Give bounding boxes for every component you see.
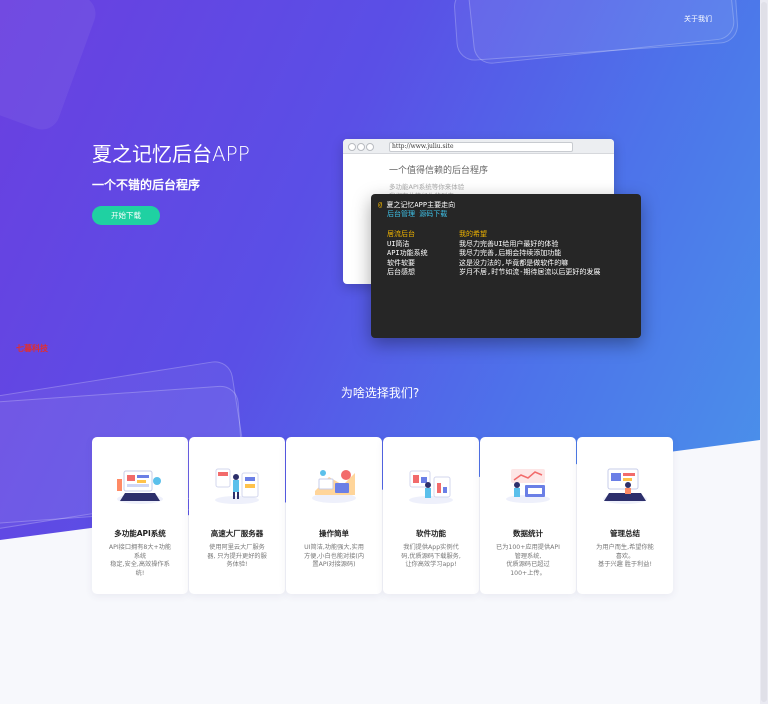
terminal-value: 我的希望 <box>459 230 487 238</box>
feature-card-api[interactable]: 多功能API系统 API接口拥有8大+功能 系统 稳定,安全,高效操作系 统! <box>92 437 188 594</box>
feature-card-simple[interactable]: 操作简单 UI简洁,功能强大,实用 方便,小白也能对接(内 置API对接源码) <box>286 437 382 594</box>
about-us-link[interactable]: 关于我们 <box>684 14 712 24</box>
at-icon: @ <box>378 201 383 209</box>
terminal-value: 我尽力完善,后期会持续添加功能 <box>459 249 562 257</box>
terminal-mockup: @ 夏之记忆APP主要走向 后台管理 源码下载 居流后台 我的希望 UI简洁 我尽力… <box>371 194 641 338</box>
browser-heading: 一个值得信赖的后台程序 <box>389 166 489 176</box>
card-description: API接口拥有8大+功能 系统 稳定,安全,高效操作系 统! <box>108 544 172 577</box>
decor-shape <box>0 0 101 135</box>
server-illustration-icon <box>215 468 259 504</box>
terminal-value: 我尽力完善UI给用户最好的体验 <box>459 239 559 248</box>
feature-card-summary[interactable]: 管理总结 为用户而生,希望你能 喜欢。 基于兴趣 胜于利益! <box>577 437 673 594</box>
summary-illustration-icon <box>603 468 647 504</box>
card-description: 已为100+应用提供API 管理系统, 优质源码已超过 100+上传。 <box>496 544 560 577</box>
terminal-key: 居流后台 <box>387 230 415 238</box>
terminal-title-text: 夏之记忆APP主要走向 <box>386 201 456 209</box>
card-title: 多功能API系统 <box>114 529 166 538</box>
terminal-key: API功能系统 <box>387 249 428 257</box>
terminal-key: 后台感想 <box>387 268 415 276</box>
terminal-key: UI简洁 <box>387 239 410 248</box>
api-illustration-icon <box>117 470 163 504</box>
feature-card-server[interactable]: 高速大厂服务器 使用阿里云大厂服务 器, 只为提升更好的服 务体验! <box>189 437 285 594</box>
section-title: 为啥选择我们? <box>340 386 420 400</box>
card-title: 管理总结 <box>610 529 640 538</box>
terminal-value: 这是没力法的,毕竟都是做软件的嘛 <box>459 258 569 267</box>
card-title: 数据统计 <box>513 529 543 538</box>
terminal-row: 软件软要 这是没力法的,毕竟都是做软件的嘛 <box>387 259 600 269</box>
card-title: 高速大厂服务器 <box>210 529 264 538</box>
terminal-row: 后台感想 岁月不居,时节如流-期待居流以后更好的发展 <box>387 268 600 278</box>
card-description: UI简洁,功能强大,实用 方便,小白也能对接(内 置API对接源码) <box>303 544 365 568</box>
scrollbar[interactable] <box>760 0 768 704</box>
card-title: 软件功能 <box>416 529 446 538</box>
terminal-row: 居流后台 我的希望 <box>387 230 600 240</box>
feature-cards: 多功能API系统 API接口拥有8大+功能 系统 稳定,安全,高效操作系 统! … <box>92 437 674 594</box>
terminal-row: UI简洁 我尽力完善UI给用户最好的体验 <box>387 240 600 250</box>
card-description: 我们提供App实例代 码,优质源码下载服务, 让你高效学习app! <box>401 544 461 568</box>
window-dot-icon <box>357 143 365 151</box>
card-title: 操作简单 <box>319 529 349 538</box>
feature-card-stats[interactable]: 数据统计 已为100+应用提供API 管理系统, 优质源码已超过 100+上传。 <box>480 437 576 594</box>
terminal-key: 软件软要 <box>387 258 415 267</box>
terminal-value: 岁月不居,时节如流-期待居流以后更好的发展 <box>459 268 601 276</box>
terminal-row: API功能系统 我尽力完善,后期会持续添加功能 <box>387 249 600 259</box>
stats-illustration-icon <box>506 469 550 503</box>
browser-url-bar: http://www.juliu.site <box>389 142 573 152</box>
hero-title: 夏之记忆后台APP <box>92 142 250 166</box>
software-illustration-icon <box>409 470 453 504</box>
window-dot-icon <box>366 143 374 151</box>
simple-illustration-icon <box>312 470 356 503</box>
terminal-links: 后台管理 源码下载 <box>387 210 448 218</box>
window-dot-icon <box>348 143 356 151</box>
hero-subtitle: 一个不错的后台程序 <box>92 178 201 192</box>
side-watermark: 七暮科技 <box>16 344 48 353</box>
terminal-rows: 居流后台 我的希望 UI简洁 我尽力完善UI给用户最好的体验 API功能系统 我尽力完… <box>387 230 600 278</box>
start-download-button[interactable]: 开始下载 <box>92 206 160 225</box>
card-description: 为用户而生,希望你能 喜欢。 基于兴趣 胜于利益! <box>596 544 654 568</box>
card-description: 使用阿里云大厂服务 器, 只为提升更好的服 务体验! <box>207 544 267 568</box>
scrollbar-thumb[interactable] <box>761 2 767 702</box>
feature-card-software[interactable]: 软件功能 我们提供App实例代 码,优质源码下载服务, 让你高效学习app! <box>383 437 479 594</box>
browser-toolbar: http://www.juliu.site <box>343 139 614 154</box>
